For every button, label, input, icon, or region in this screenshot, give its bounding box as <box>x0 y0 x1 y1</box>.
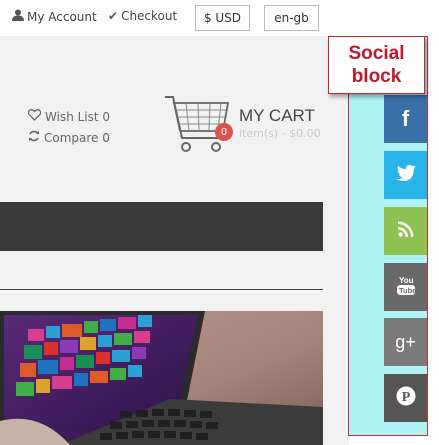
rss-icon <box>397 221 414 242</box>
social-block-callout: Social block <box>328 36 425 94</box>
cart-count-badge: 0 <box>215 123 233 141</box>
pinterest-button[interactable]: P <box>384 374 427 422</box>
svg-text:Tube: Tube <box>399 286 416 295</box>
compare-icon <box>28 130 40 145</box>
cart-summary: item(s) - $0.00 <box>239 127 321 140</box>
compare-link[interactable]: Compare 0 <box>28 130 110 145</box>
language-label: en-gb <box>274 11 309 25</box>
my-account-label: My Account <box>27 9 97 24</box>
youtube-icon: You Tube <box>396 274 416 301</box>
top-bar: My Account ✔ Checkout $ USD en-gb <box>0 0 340 36</box>
youtube-button[interactable]: You Tube <box>384 263 427 311</box>
compare-label: Compare 0 <box>44 130 110 145</box>
user-icon <box>12 9 24 24</box>
twitter-icon <box>395 164 416 186</box>
checkout-link[interactable]: ✔ Checkout <box>108 9 177 23</box>
currency-button[interactable]: $ USD <box>195 5 250 31</box>
cart-title[interactable]: MY CART <box>239 106 315 126</box>
wishlist-label: Wish List 0 <box>45 109 111 124</box>
main-navbar <box>0 202 323 251</box>
twitter-button[interactable] <box>384 151 427 199</box>
language-button[interactable]: en-gb <box>264 5 319 31</box>
heart-icon <box>27 109 42 124</box>
svg-text:P: P <box>401 390 410 405</box>
pinterest-icon: P <box>396 386 416 411</box>
google-plus-icon: g+ <box>395 331 416 352</box>
section-divider <box>0 289 323 290</box>
banner-image[interactable] <box>0 311 323 445</box>
checkout-label: Checkout <box>121 9 178 23</box>
callout-line-1: Social <box>348 43 405 64</box>
check-icon: ✔ <box>108 9 119 23</box>
facebook-icon: f <box>401 106 410 131</box>
facebook-button[interactable]: f <box>384 95 427 143</box>
svg-text:You: You <box>399 276 414 285</box>
google-plus-button[interactable]: g+ <box>384 318 427 366</box>
cart-count: 0 <box>220 126 228 138</box>
my-account-link[interactable]: My Account <box>12 9 97 24</box>
wishlist-link[interactable]: Wish List 0 <box>27 109 111 124</box>
currency-label: $ USD <box>203 11 242 25</box>
rss-button[interactable] <box>384 207 427 255</box>
callout-line-2: block <box>351 66 402 87</box>
